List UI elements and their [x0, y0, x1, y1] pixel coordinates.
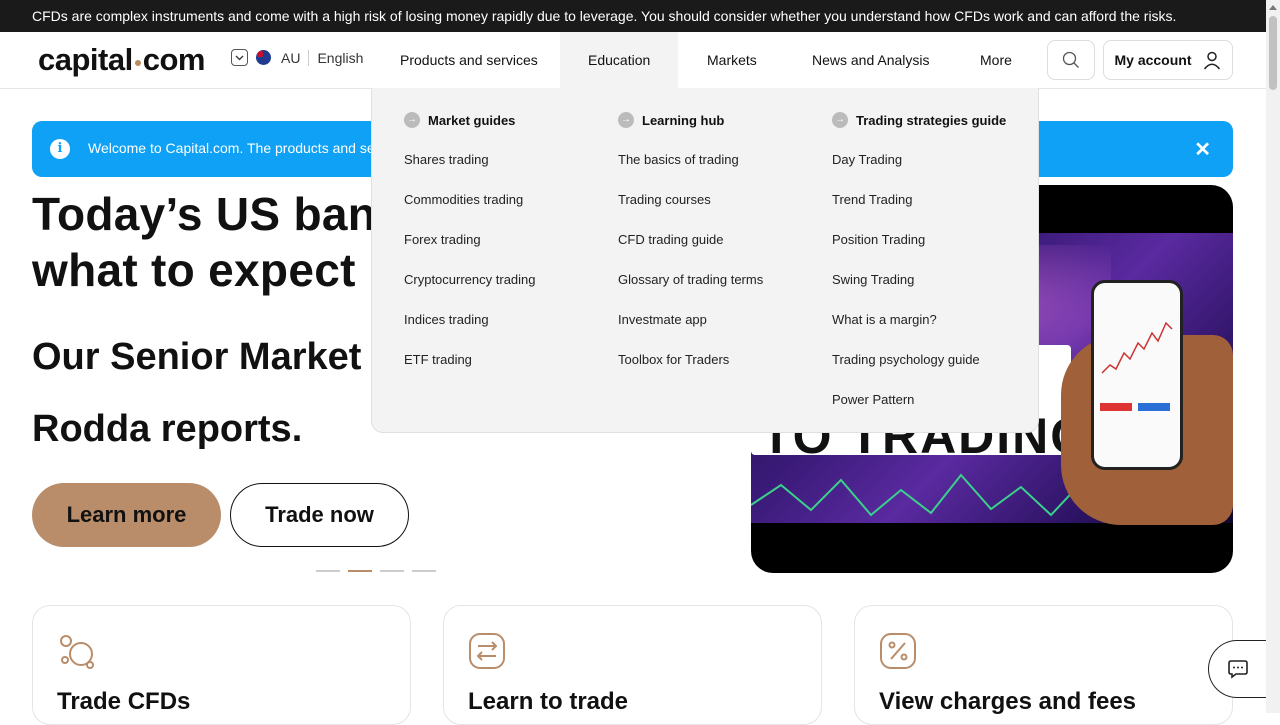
mega-menu-heading-label: Learning hub — [642, 112, 725, 128]
welcome-text: Welcome to Capital.com. The products and… — [88, 140, 387, 156]
exchange-icon — [469, 633, 505, 669]
coins-icon — [60, 635, 94, 669]
nav-news-and-analysis[interactable]: News and Analysis — [812, 32, 930, 89]
mega-menu-link[interactable]: Trend Trading — [832, 192, 912, 207]
trade-now-button[interactable]: Trade now — [230, 483, 409, 547]
arrow-right-icon: → — [404, 112, 420, 128]
logo-left: capital — [38, 42, 133, 77]
mega-menu-link[interactable]: Trading psychology guide — [832, 352, 980, 367]
logo-dot — [134, 60, 141, 66]
phone-buy-button-graphic — [1138, 403, 1170, 411]
mega-menu-link[interactable]: Shares trading — [404, 152, 489, 167]
carousel-dot[interactable] — [412, 570, 436, 572]
site-header: capital com AU English Products and servi… — [0, 32, 1266, 89]
user-icon — [1203, 51, 1220, 70]
hero-subtitle-line2: Rodda reports. — [32, 408, 303, 450]
phone-graphic — [1091, 280, 1183, 470]
arrow-right-icon: → — [832, 112, 848, 128]
carousel-dot-active[interactable] — [348, 570, 372, 572]
scroll-up-arrow-icon[interactable] — [1269, 5, 1277, 10]
chat-button[interactable] — [1208, 640, 1266, 698]
card-title: Trade CFDs — [57, 688, 191, 715]
carousel-dots — [316, 570, 436, 572]
search-icon — [1062, 51, 1079, 68]
risk-warning-bar: CFDs are complex instruments and come wi… — [0, 0, 1266, 32]
mega-menu-link[interactable]: Commodities trading — [404, 192, 523, 207]
mega-menu-link[interactable]: Swing Trading — [832, 272, 914, 287]
mega-menu-link[interactable]: CFD trading guide — [618, 232, 724, 247]
mega-menu-heading-label: Trading strategies guide — [856, 112, 1007, 128]
hero-subtitle-line1: Our Senior Market — [32, 336, 362, 378]
mega-menu-link[interactable]: Cryptocurrency trading — [404, 272, 536, 287]
chevron-down-icon[interactable] — [231, 49, 248, 66]
nav-markets[interactable]: Markets — [707, 32, 757, 89]
mega-menu-heading[interactable]: → Market guides — [404, 112, 515, 128]
mega-menu-link[interactable]: Toolbox for Traders — [618, 352, 729, 367]
mega-menu-heading[interactable]: → Trading strategies guide — [832, 112, 1006, 128]
nav-education[interactable]: Education — [560, 32, 679, 89]
my-account-button[interactable]: My account — [1103, 40, 1233, 80]
mega-menu-link[interactable]: What is a margin? — [832, 312, 937, 327]
info-icon: i — [50, 139, 70, 159]
mega-menu-link[interactable]: Power Pattern — [832, 392, 914, 407]
nav-more[interactable]: More — [980, 32, 1012, 89]
search-button[interactable] — [1047, 40, 1095, 80]
phone-chart-graphic — [1101, 321, 1173, 374]
mega-menu-link[interactable]: The basics of trading — [618, 152, 739, 167]
region-code: AU — [281, 49, 301, 66]
close-icon[interactable]: ✕ — [1194, 137, 1211, 162]
mega-menu-link[interactable]: Investmate app — [618, 312, 707, 327]
page-scrollbar[interactable] — [1266, 0, 1280, 713]
arrow-right-icon: → — [618, 112, 634, 128]
mega-menu-link[interactable]: Forex trading — [404, 232, 481, 247]
mega-menu-link[interactable]: ETF trading — [404, 352, 472, 367]
region-selector[interactable]: AU English — [231, 49, 363, 66]
card-learn-to-trade[interactable]: Learn to trade — [443, 605, 822, 725]
phone-sell-button-graphic — [1100, 403, 1132, 411]
percent-icon — [880, 633, 916, 669]
australia-flag-icon — [256, 50, 271, 65]
mega-menu-link[interactable]: Position Trading — [832, 232, 925, 247]
mega-menu-link[interactable]: Glossary of trading terms — [618, 272, 763, 287]
mega-menu-heading-label: Market guides — [428, 112, 516, 128]
carousel-dot[interactable] — [316, 570, 340, 572]
scrollbar-thumb[interactable] — [1269, 16, 1277, 90]
mega-menu-link[interactable]: Day Trading — [832, 152, 902, 167]
region-divider — [308, 49, 310, 66]
education-mega-menu: → Market guides Shares trading Commodities … — [371, 88, 1039, 433]
mega-menu-heading[interactable]: → Learning hub — [618, 112, 724, 128]
language-label[interactable]: English — [317, 50, 363, 66]
mega-menu-link[interactable]: Trading courses — [618, 192, 711, 207]
logo-right: com — [142, 42, 206, 77]
learn-more-button[interactable]: Learn more — [32, 483, 221, 547]
carousel-dot[interactable] — [380, 570, 404, 572]
mega-menu-link[interactable]: Indices trading — [404, 312, 489, 327]
my-account-label: My account — [1114, 52, 1192, 68]
risk-warning-text: CFDs are complex instruments and come wi… — [32, 8, 1177, 24]
capital-logo[interactable]: capital com — [38, 42, 205, 78]
card-title: Learn to trade — [468, 688, 629, 715]
chat-icon — [1227, 660, 1248, 679]
card-view-charges-and-fees[interactable]: View charges and fees — [854, 605, 1233, 725]
card-trade-cfds[interactable]: Trade CFDs — [32, 605, 411, 725]
nav-products-and-services[interactable]: Products and services — [400, 32, 538, 89]
card-title: View charges and fees — [879, 688, 1137, 715]
